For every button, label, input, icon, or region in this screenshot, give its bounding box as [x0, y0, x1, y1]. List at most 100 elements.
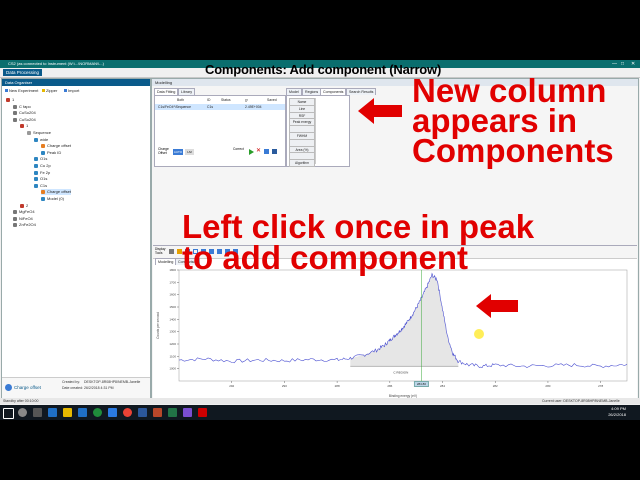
application-screen: CS2 (as connected to Instrument (W:\...\… — [0, 60, 640, 420]
tree-item-label: Charge offset — [47, 143, 71, 149]
x-tick-label: 282 — [493, 384, 498, 388]
tree-item[interactable]: C fapo — [13, 104, 31, 110]
auto-button[interactable]: AUTO — [173, 149, 183, 155]
tree-node-icon — [6, 97, 10, 102]
maximize-icon[interactable]: □ — [621, 60, 624, 68]
tab-modelling[interactable]: Modelling — [155, 258, 177, 265]
tree-node-icon — [13, 210, 17, 215]
column-header: ID — [207, 98, 211, 102]
select-icon[interactable] — [169, 249, 174, 254]
tab-regions[interactable]: Regions — [302, 88, 322, 95]
panel-title: Data Organiser — [5, 80, 33, 85]
window-title: CS2 (as connected to Instrument (W:\...\… — [8, 61, 104, 66]
tree-item-label: 1 — [12, 97, 15, 102]
tree-node-icon — [34, 170, 38, 175]
status-right: Current user: DESKTOP-8R08HP8\NEMB-Janel… — [542, 399, 620, 403]
tree-node-icon — [34, 177, 38, 182]
minimize-icon[interactable]: — — [612, 60, 617, 68]
tree-item[interactable]: ZnFe2O4 — [13, 222, 36, 228]
date-created-label: Date created: — [62, 386, 84, 390]
tree-item[interactable]: Peak ID — [41, 150, 61, 156]
start-icon[interactable] — [3, 408, 14, 419]
menu-data-processing[interactable]: Data Processing — [3, 69, 43, 76]
play-icon[interactable] — [249, 149, 254, 155]
tree-item-label: O1s — [40, 156, 48, 162]
tree-node-icon — [20, 124, 24, 129]
tree-item[interactable]: 1 — [20, 123, 28, 129]
new-component-column[interactable] — [315, 98, 346, 164]
column-header: χ² — [245, 98, 248, 102]
tree-node-icon — [13, 104, 17, 109]
close-icon[interactable]: ✕ — [631, 60, 635, 68]
tree-item[interactable]: CuSo204 — [13, 117, 36, 123]
export-icon[interactable] — [264, 149, 269, 154]
save-icon[interactable] — [272, 149, 277, 154]
word-icon[interactable] — [138, 408, 147, 417]
tree-item-label: 2 — [26, 202, 29, 208]
casaxps-icon[interactable] — [198, 408, 207, 417]
tab-library[interactable]: Library — [178, 88, 195, 95]
tree-item[interactable]: wide — [34, 137, 48, 143]
tree-node-icon — [34, 137, 38, 142]
tree-item[interactable]: O1s — [34, 176, 47, 182]
task-view-icon[interactable] — [33, 408, 42, 417]
new-experiment-button[interactable]: New Experiment — [5, 87, 38, 95]
tree-item[interactable]: Model (0) — [41, 196, 64, 202]
x-tick-label: 290 — [282, 384, 287, 388]
tab-model[interactable]: Model — [286, 88, 302, 95]
tree-item-label: MgFeO4 — [19, 209, 35, 215]
tree-item-label: 1 — [26, 123, 29, 129]
y-tick-label: 1500 — [169, 305, 176, 309]
tree-item[interactable]: Charge offset — [41, 143, 71, 149]
lm-button[interactable]: LM — [185, 149, 194, 155]
edge-icon[interactable] — [48, 408, 57, 417]
organiser-toolbar: New Experiment Zipper Import — [2, 87, 150, 95]
import-button[interactable]: Import — [64, 87, 79, 95]
store-icon[interactable] — [78, 408, 87, 417]
tree-item-label: Cu 2p — [40, 163, 51, 168]
tree-item[interactable]: C1s — [34, 183, 47, 189]
tree-item[interactable]: CuSo204 — [13, 110, 36, 116]
tree-node-icon — [34, 157, 38, 162]
tree-node-icon — [41, 150, 45, 155]
tree-item-label: Fe 2p — [40, 169, 51, 175]
tree-node-icon — [41, 144, 45, 149]
app-icon[interactable] — [183, 408, 192, 417]
tree-item[interactable]: O1s — [34, 156, 47, 162]
search-icon[interactable] — [18, 408, 27, 417]
component-command-button[interactable]: Algorithm — [289, 159, 315, 168]
chrome-icon[interactable] — [123, 408, 132, 417]
table-row[interactable]: C1s/FeO4*\Sequence C1s 2.49E+004 — [155, 104, 285, 110]
taskbar-clock[interactable]: 4:09 PM 26/2/2018 — [608, 406, 626, 418]
powerpoint-icon[interactable] — [153, 408, 162, 417]
column-header: Both — [177, 98, 184, 102]
outlook-icon[interactable] — [108, 408, 117, 417]
tree-item-label: C1s — [40, 182, 48, 188]
tree-item[interactable]: Charge offset — [41, 189, 71, 196]
modelling-title: Modelling — [155, 80, 173, 85]
import-icon — [64, 89, 67, 92]
zipper-button[interactable]: Zipper — [42, 87, 57, 95]
tree-item[interactable]: NiFeO4 — [13, 216, 33, 222]
tree-item[interactable]: Cu 2p — [34, 163, 51, 169]
tree-item[interactable]: MgFeO4 — [13, 209, 35, 215]
tree-item-label: Model (0) — [47, 196, 64, 201]
tree-item[interactable]: Sequence — [27, 130, 51, 136]
y-tick-label: 1400 — [169, 317, 176, 321]
delete-icon[interactable]: ✕ — [256, 148, 261, 154]
tab-data-fitting[interactable]: Data Fitting — [154, 88, 179, 95]
y-tick-label: 1100 — [170, 354, 177, 358]
position-readout: 284.80 — [417, 382, 427, 386]
folder-icon[interactable] — [63, 408, 72, 417]
tree-node-icon — [41, 190, 45, 195]
tab-search-results[interactable]: Search Results — [346, 88, 377, 95]
excel-icon[interactable] — [168, 408, 177, 417]
spectrum-chart[interactable]: 1000 1100 1200 1300 1400 1500 1600 1700 1800 292 2… — [153, 266, 637, 399]
tree-item-label: wide — [40, 136, 49, 142]
spotify-icon[interactable] — [93, 408, 102, 417]
tab-components[interactable]: Components — [320, 88, 347, 95]
created-by-label: Created by: — [62, 380, 81, 384]
tree-item[interactable]: 2 — [20, 203, 28, 209]
tree-item[interactable]: 1 — [6, 97, 14, 103]
tree-item[interactable]: Fe 2p — [34, 170, 50, 176]
